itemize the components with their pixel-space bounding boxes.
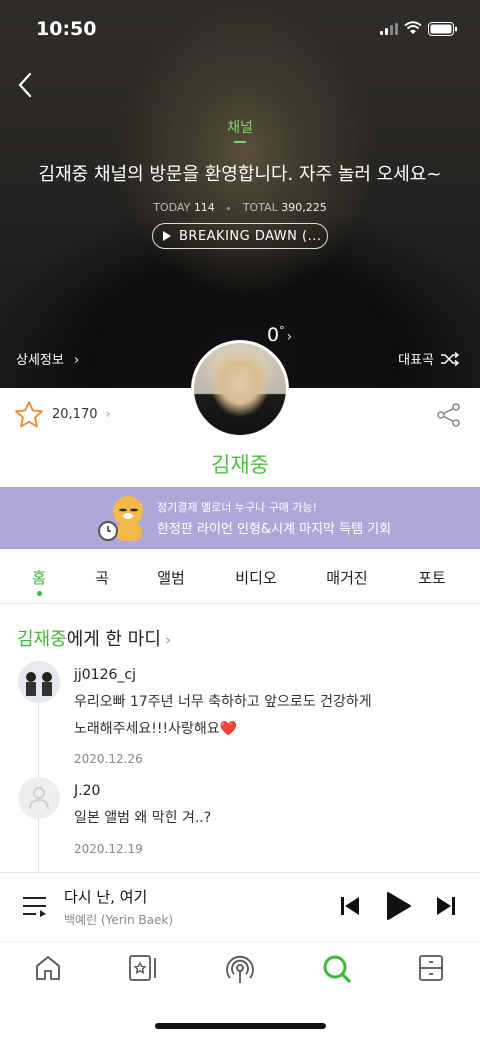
active-tab-indicator — [37, 591, 42, 596]
mini-player[interactable]: 다시 난, 여기 백예린 (Yerin Baek) — [0, 872, 480, 941]
channel-hero: 10:50 채널 김재중 채널의 방문을 환영합니다. 자주 놀러 오세요~ T… — [0, 0, 480, 388]
player-artist: 백예린 (Yerin Baek) — [64, 913, 174, 927]
channel-song-title: BREAKING DAWN (... — [179, 228, 322, 244]
channel-tabs: 홈 곡 앨범 비디오 매거진 포토 — [0, 550, 480, 604]
total-label: TOTAL — [242, 201, 278, 214]
artist-avatar[interactable] — [191, 340, 289, 438]
player-song-title: 다시 난, 여기 — [64, 888, 148, 906]
comment-text: 우리오빠 17주년 너무 축하하고 앞으로도 건강하게 노래해주세요!!!사랑해… — [74, 689, 464, 743]
chevron-right-icon: › — [164, 631, 171, 649]
next-track-icon[interactable] — [436, 896, 456, 916]
today-value: 114 — [193, 201, 215, 214]
comment-date: 2020.12.26 — [74, 752, 143, 766]
fan-follow-button[interactable]: 20,170 › — [14, 400, 111, 429]
lion-character-icon — [98, 496, 143, 541]
temperature-degree[interactable]: 0° › — [267, 324, 292, 346]
chevron-right-icon: › — [286, 329, 293, 345]
play-icon — [163, 231, 171, 241]
detail-info-label: 상세정보 — [16, 353, 64, 368]
degree-unit: ° — [279, 324, 285, 337]
broadcast-icon[interactable] — [224, 954, 256, 984]
visitor-stats: TODAY 114 TOTAL 390,225 — [0, 201, 480, 214]
representative-song-button[interactable]: 대표곡 — [398, 349, 460, 368]
wifi-icon — [404, 21, 422, 34]
play-icon[interactable] — [386, 891, 412, 921]
tab-albums[interactable]: 앨범 — [157, 567, 185, 588]
comment-username[interactable]: jj0126_cj — [74, 667, 136, 683]
search-icon[interactable] — [322, 954, 352, 984]
degree-value: 0 — [267, 324, 280, 346]
status-time: 10:50 — [36, 18, 97, 40]
avatar[interactable] — [18, 777, 60, 819]
home-indicator — [155, 1023, 326, 1029]
promo-banner[interactable]: 정기결제 멜로너 누구나 구매 가능! 한정판 라이언 인형&시계 마지막 득템… — [0, 487, 480, 549]
chevron-right-icon: › — [73, 353, 80, 368]
stats-separator — [227, 206, 231, 210]
avatar[interactable] — [18, 661, 60, 703]
comment-line: 일본 앨범 왜 막힌 겨..? — [74, 810, 212, 826]
tab-home[interactable]: 홈 — [32, 567, 46, 588]
total-value: 390,225 — [281, 201, 327, 214]
today-label: TODAY — [153, 201, 191, 214]
comments-section-title[interactable]: 김재중에게 한 마디 › — [17, 625, 171, 651]
cellular-signal-icon — [380, 23, 398, 35]
channel-label: 채널 — [227, 120, 253, 136]
menu-drawer-icon[interactable] — [418, 954, 444, 982]
banner-title: 한정판 라이언 인형&시계 마지막 득템 기회 — [157, 522, 392, 537]
banner-subtitle: 정기결제 멜로너 누구나 구매 가능! — [157, 501, 318, 514]
playlist-icon[interactable] — [22, 895, 48, 917]
detail-info-link[interactable]: 상세정보 › — [16, 349, 79, 368]
tab-videos[interactable]: 비디오 — [235, 567, 276, 588]
shuffle-icon — [441, 351, 460, 366]
comment-username[interactable]: J.20 — [74, 783, 100, 799]
tab-songs[interactable]: 곡 — [95, 567, 109, 588]
comment-line: 노래해주세요!!!사랑해요❤️ — [74, 721, 238, 737]
status-bar: 10:50 — [0, 18, 480, 42]
back-arrow-icon[interactable] — [14, 70, 38, 100]
hero-overlay — [0, 0, 480, 388]
comment-line: 우리오빠 17주년 너무 축하하고 앞으로도 건강하게 — [74, 694, 372, 710]
welcome-message: 김재중 채널의 방문을 환영합니다. 자주 놀러 오세요~ — [38, 164, 442, 185]
channel-song-button[interactable]: BREAKING DAWN (... — [152, 223, 328, 249]
fan-count: 20,170 — [52, 407, 98, 422]
rep-song-label: 대표곡 — [398, 353, 434, 368]
comments-title-suffix: 에게 한 마디 — [66, 629, 161, 650]
user-photo-icon — [18, 661, 60, 703]
default-user-icon — [29, 787, 49, 810]
comments-title-artist: 김재중 — [17, 629, 67, 650]
previous-track-icon[interactable] — [340, 896, 360, 916]
battery-icon — [428, 22, 457, 36]
home-icon[interactable] — [34, 954, 62, 982]
channel-label-underline — [234, 141, 246, 143]
comment-text: 일본 앨범 왜 막힌 겨..? — [74, 805, 464, 832]
chevron-right-icon: › — [105, 407, 111, 422]
tab-photos[interactable]: 포토 — [418, 567, 446, 588]
star-icon — [15, 401, 43, 428]
share-icon[interactable] — [436, 402, 462, 428]
artist-name: 김재중 — [211, 453, 269, 477]
comment-date: 2020.12.19 — [74, 842, 143, 856]
my-music-icon[interactable] — [128, 954, 158, 982]
artist-photo — [194, 343, 286, 435]
tab-magazine[interactable]: 매거진 — [326, 567, 367, 588]
